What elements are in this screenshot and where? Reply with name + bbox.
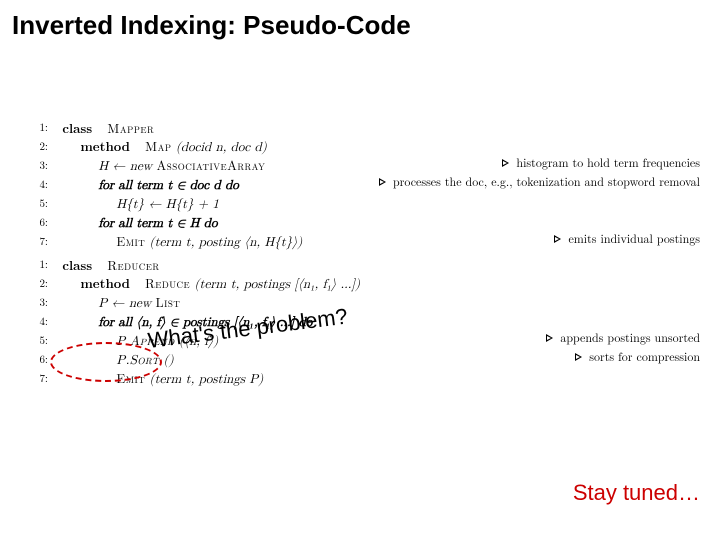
stmt: for all term t ∈ doc d do: [98, 179, 238, 192]
stmt: for all term t ∈ H do: [98, 217, 217, 230]
call-args: (term t, posting ⟨n, H{t}⟩): [150, 236, 303, 249]
comment-text: histogram to hold term frequencies: [516, 154, 700, 171]
mapper-line-6: 6: for all term t ∈ H do: [20, 210, 700, 229]
reducer-line-7: 7: Emit (term t, postings P): [20, 366, 700, 385]
footer-text: Stay tuned…: [573, 480, 700, 506]
call-args: (): [164, 354, 174, 367]
reducer-line-4: 4: for all ⟨n, f⟩ ∈ postings [⟨n₁, f₁⟩ ……: [20, 309, 700, 328]
kw-method: method: [80, 136, 130, 155]
mapper-line-5: 5: H{t} ← H{t} + 1: [20, 191, 700, 210]
comment-text: emits individual postings: [568, 230, 700, 247]
comment-text: sorts for compression: [589, 348, 700, 365]
call: Emit: [116, 231, 145, 250]
method-args: (docid n, doc d): [176, 141, 267, 154]
method-name: Map: [145, 136, 171, 155]
reducer-line-1: 1: class Reducer: [20, 252, 700, 271]
call: Emit: [116, 368, 145, 387]
call: P.Sort: [116, 354, 159, 367]
call-args: (⟨n, f⟩): [179, 335, 218, 348]
comment-icon: [546, 334, 553, 342]
comment-icon: [502, 159, 509, 167]
reducer-line-5: 5: P.Append (⟨n, f⟩) appends postings un…: [20, 328, 700, 347]
stmt: for all ⟨n, f⟩ ∈ postings [⟨n₁, f₁⟩ …] d…: [98, 316, 312, 329]
mapper-line-1: 1: class Mapper: [20, 115, 700, 134]
method-args: (term t, postings [⟨n₁, f₁⟩ …]): [194, 278, 360, 291]
mapper-line-2: 2: method Map (docid n, doc d): [20, 134, 700, 153]
reducer-line-2: 2: method Reduce (term t, postings [⟨n₁,…: [20, 271, 700, 290]
pseudocode-block: 1: class Mapper 2: method Map (docid n, …: [20, 115, 700, 385]
stmt: P ← new: [98, 297, 155, 310]
comment-icon: [575, 353, 582, 361]
lineno: 7:: [20, 369, 48, 388]
comment-icon: [554, 235, 561, 243]
reducer-line-6: 6: P.Sort () sorts for compression: [20, 347, 700, 366]
class-ref: AssociativeArray: [156, 155, 265, 174]
page-title: Inverted Indexing: Pseudo-Code: [12, 10, 411, 41]
call: P.Append: [116, 335, 174, 348]
lineno: 7:: [20, 232, 48, 251]
stmt: H{t} ← H{t} + 1: [116, 198, 219, 211]
reducer-line-3: 3: P ← new List: [20, 290, 700, 309]
method-name: Reduce: [145, 273, 190, 292]
mapper-line-4: 4: for all term t ∈ doc d do processes t…: [20, 172, 700, 191]
comment-text: appends postings unsorted: [560, 329, 700, 346]
kw-method: method: [80, 273, 130, 292]
mapper-line-7: 7: Emit (term t, posting ⟨n, H{t}⟩) emit…: [20, 229, 700, 248]
comment-text: processes the doc, e.g., tokenization an…: [393, 173, 700, 190]
class-ref: List: [156, 292, 181, 311]
call-args: (term t, postings P): [150, 373, 264, 386]
mapper-line-3: 3: H ← new AssociativeArray histogram to…: [20, 153, 700, 172]
comment-icon: [379, 178, 386, 186]
stmt: H ← new: [98, 160, 156, 173]
